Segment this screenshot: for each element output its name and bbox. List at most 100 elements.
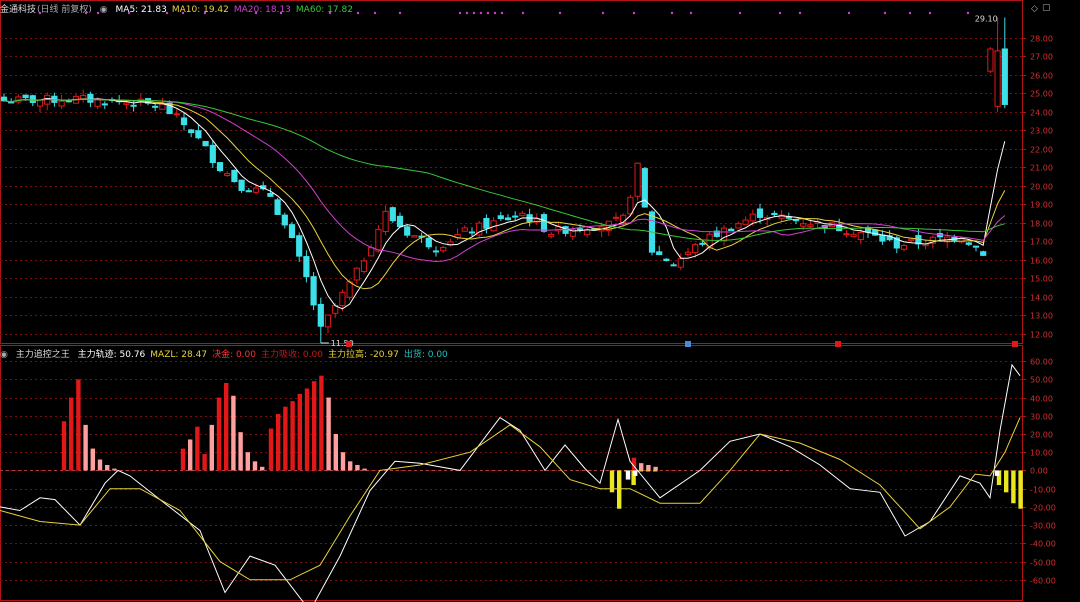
- candle-down: [980, 251, 987, 256]
- stock-name[interactable]: 金通科技: [0, 5, 36, 15]
- indicator-y-tick-label: -60.00: [1030, 577, 1056, 586]
- indicator-bar: [202, 454, 207, 471]
- ma10-line: [3, 98, 1006, 290]
- indicator-bar: [268, 428, 274, 471]
- candle-down: [29, 95, 36, 103]
- indicator-bar: [224, 382, 229, 471]
- signal-dot: [928, 11, 932, 15]
- ma-legend-item-0: MA5: 21.83: [115, 5, 167, 15]
- candle-down: [425, 237, 432, 248]
- stock-chart-canvas[interactable]: 28.00 27.00 26.00 25.00 24.00 23.00 22.00 21.00…: [0, 0, 1080, 602]
- candle-down: [22, 94, 29, 99]
- indicator-bar: [319, 375, 324, 471]
- price-y-tick-label: 23.00: [1030, 127, 1053, 136]
- indicator-bar: [639, 463, 644, 471]
- indicator-bar: [638, 470, 643, 472]
- candle-down: [180, 117, 188, 126]
- signal-dot: [479, 11, 483, 15]
- price-y-tick-label: 13.00: [1030, 312, 1053, 321]
- candle-up: [612, 216, 620, 219]
- candle-down: [699, 242, 706, 245]
- candle-down: [540, 214, 548, 232]
- candle-up: [900, 245, 908, 250]
- high-price-label: 29.10: [975, 15, 998, 24]
- candle-down: [130, 104, 137, 107]
- candle-down: [432, 250, 440, 253]
- signal-dot: [493, 11, 497, 15]
- indicator-bar: [105, 464, 110, 471]
- candle-down: [267, 192, 274, 197]
- ma20-line: [3, 98, 1006, 263]
- price-y-tick-label: 17.00: [1030, 238, 1053, 247]
- ma-legend-item-3: MA60: 17.82: [295, 5, 353, 15]
- indicator-name[interactable]: 主力追控之王: [16, 350, 70, 360]
- price-y-tick-label: 15.00: [1030, 275, 1053, 284]
- candle-down: [562, 226, 569, 234]
- indicator-bar: [355, 464, 360, 471]
- candle-up: [411, 235, 418, 238]
- candle-up: [749, 213, 756, 222]
- diamond-icon[interactable]: ◇: [1031, 4, 1038, 14]
- indicator-legend-item-3: 主力吸收: 0.00: [261, 350, 323, 360]
- indicator-bar: [617, 470, 622, 509]
- signal-dot: [458, 11, 462, 15]
- indicator-bar: [1018, 470, 1023, 509]
- candle-up: [159, 103, 166, 110]
- indicator-bar: [1011, 470, 1016, 504]
- ma-legend-item-1: MA10: 19.42: [171, 5, 229, 15]
- candle-down: [670, 264, 677, 267]
- indicator-bar: [216, 397, 222, 471]
- indicator-bar: [362, 468, 367, 471]
- candle-down: [303, 256, 310, 278]
- indicator-bar: [653, 466, 658, 471]
- signal-dot: [373, 11, 377, 15]
- candle-down: [756, 208, 764, 218]
- candle-up: [58, 100, 65, 107]
- candle-down: [404, 226, 411, 236]
- indicator-bar: [238, 432, 243, 471]
- indicator-bar: [97, 459, 103, 471]
- signal-dot: [500, 11, 504, 15]
- window-icon[interactable]: ▢: [1042, 3, 1051, 13]
- candle-up: [908, 238, 915, 242]
- ma60-line: [3, 98, 1005, 241]
- indicator-bar: [61, 421, 67, 471]
- candle-down: [288, 224, 296, 239]
- signal-dot: [398, 11, 402, 15]
- indicator-y-tick-label: 20.00: [1030, 431, 1053, 440]
- candle-down: [87, 93, 94, 103]
- price-y-tick-label: 24.00: [1030, 109, 1053, 118]
- candle-up: [15, 96, 22, 103]
- candle-up: [857, 231, 864, 241]
- candle-down: [202, 140, 209, 147]
- candle-up: [353, 267, 360, 281]
- signal-dot: [966, 11, 970, 15]
- indicator-bar: [112, 468, 117, 471]
- candle-up: [346, 281, 353, 298]
- indicator-bar: [252, 461, 258, 471]
- candle-up: [440, 247, 447, 252]
- marker-box: [1012, 341, 1018, 347]
- indicator-legend-item-4: 主力拉高: -20.97: [327, 350, 399, 360]
- indicator-settings-icon[interactable]: ◉: [0, 350, 8, 360]
- candle-up: [224, 173, 231, 176]
- price-y-tick-label: 21.00: [1030, 164, 1053, 173]
- marker-box: [835, 341, 841, 347]
- candle-up: [692, 244, 699, 254]
- candle-down: [0, 96, 8, 102]
- price-y-tick-label: 27.00: [1030, 53, 1053, 62]
- signal-dot: [778, 11, 782, 15]
- indicator-bar: [231, 395, 236, 471]
- indicator-bar: [188, 439, 193, 471]
- candle-up: [684, 251, 692, 255]
- indicator-bar: [340, 452, 346, 471]
- indicator-legend-item-2: 决金: 0.00: [212, 350, 256, 360]
- indicator-bar: [83, 424, 88, 471]
- candle-down: [245, 190, 252, 193]
- candle-up: [850, 233, 857, 237]
- candle-up: [368, 247, 375, 257]
- candle-down: [209, 144, 216, 164]
- indicator-bar: [625, 470, 631, 480]
- candle-down: [656, 251, 663, 256]
- settings-icon[interactable]: ◉: [100, 5, 108, 15]
